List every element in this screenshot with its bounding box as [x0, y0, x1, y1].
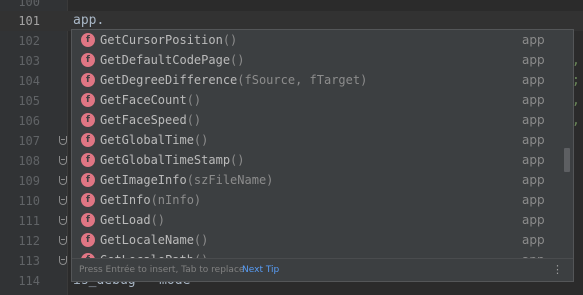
completion-item-label: GetDegreeDifference(fSource, fTarget) — [100, 70, 367, 90]
line-number: 107 — [18, 134, 40, 148]
completion-item-params: () — [222, 33, 238, 47]
completion-item-params: (fSource, fTarget) — [237, 73, 368, 87]
completion-item[interactable]: f GetGlobalTime() app — [72, 130, 562, 150]
fold-marker-icon[interactable] — [59, 176, 67, 185]
completion-item-label: GetDefaultCodePage() — [100, 50, 245, 70]
completion-item-params: () — [193, 133, 209, 147]
function-icon: f — [81, 133, 95, 147]
fold-marker-icon[interactable] — [59, 216, 67, 225]
completion-scrollbar-thumb[interactable] — [564, 148, 570, 172]
completion-popup: f GetCursorPosition() app f GetDefaultCodePa… — [71, 29, 574, 282]
completion-item-type: app — [522, 233, 545, 247]
line-code: app. — [73, 13, 105, 28]
function-icon: f — [81, 233, 95, 247]
completion-item-type: app — [522, 133, 545, 147]
completion-item-name: GetLocaleName — [100, 233, 194, 247]
completion-hint-bar: Press Entrée to insert, Tab to replace N… — [72, 258, 573, 281]
fold-marker-icon[interactable] — [59, 196, 67, 205]
completion-item-label: GetLocaleName() — [100, 230, 208, 250]
line-number: 105 — [18, 94, 40, 108]
editor-line[interactable]: 101 app. — [0, 11, 583, 31]
function-icon: f — [81, 33, 95, 47]
line-number: 101 — [18, 14, 40, 28]
completion-item-type: app — [522, 113, 545, 127]
line-number: 114 — [18, 274, 40, 288]
completion-item-type: app — [522, 193, 545, 207]
completion-item-label: GetFaceSpeed() — [100, 110, 201, 130]
line-number: 108 — [18, 154, 40, 168]
completion-item-label: GetInfo(nInfo) — [100, 190, 201, 210]
completion-item[interactable]: f GetFaceSpeed() app — [72, 110, 562, 130]
function-icon: f — [81, 173, 95, 187]
completion-item-name: GetDefaultCodePage — [100, 53, 231, 67]
fold-marker-icon[interactable] — [59, 156, 67, 165]
line-number: 104 — [18, 74, 40, 88]
completion-item-params: (szFileName) — [186, 173, 274, 187]
function-icon: f — [81, 153, 95, 167]
completion-item-name: GetInfo — [100, 193, 151, 207]
completion-item[interactable]: f GetLoad() app — [72, 210, 562, 230]
line-number: 112 — [18, 234, 40, 248]
completion-item-params: () — [150, 213, 166, 227]
completion-item-name: GetGlobalTime — [100, 133, 194, 147]
completion-item[interactable]: f GetInfo(nInfo) app — [72, 190, 562, 210]
completion-item-type: app — [522, 33, 545, 47]
completion-item-name: GetGlobalTimeStamp — [100, 153, 231, 167]
fold-marker-icon[interactable] — [59, 236, 67, 245]
more-options-icon[interactable]: ⋮ — [552, 259, 563, 281]
completion-item-params: () — [186, 113, 202, 127]
line-number: 113 — [18, 254, 40, 268]
line-number: 106 — [18, 114, 40, 128]
completion-item[interactable]: f GetFaceCount() app — [72, 90, 562, 110]
completion-item-type: app — [522, 153, 545, 167]
completion-item-type: app — [522, 173, 545, 187]
completion-item[interactable]: f GetDefaultCodePage() app — [72, 50, 562, 70]
fold-marker-icon[interactable] — [59, 256, 67, 265]
line-number: 102 — [18, 34, 40, 48]
function-icon: f — [81, 193, 95, 207]
line-number: 110 — [18, 194, 40, 208]
completion-item-label: GetLoad() — [100, 210, 165, 230]
completion-item-label: GetGlobalTimeStamp() — [100, 150, 245, 170]
completion-item-type: app — [522, 93, 545, 107]
function-icon: f — [81, 113, 95, 127]
completion-item[interactable]: f GetCursorPosition() app — [72, 30, 562, 50]
line-number: 103 — [18, 54, 40, 68]
completion-item-params: () — [230, 53, 245, 67]
completion-item-type: app — [522, 73, 545, 87]
completion-item-label: GetCursorPosition() — [100, 30, 237, 50]
completion-item-type: app — [522, 213, 545, 227]
function-icon: f — [81, 53, 95, 67]
completion-item-name: GetFaceSpeed — [100, 113, 187, 127]
completion-item-label: GetGlobalTime() — [100, 130, 208, 150]
completion-item[interactable]: f GetGlobalTimeStamp() app — [72, 150, 562, 170]
completion-item-params: () — [186, 93, 202, 107]
completion-item[interactable]: f GetDegreeDifference(fSource, fTarget) ap… — [72, 70, 562, 90]
completion-item-type: app — [522, 53, 545, 67]
completion-item-params: () — [230, 153, 245, 167]
hint-text: Press Entrée to insert, Tab to replace — [79, 265, 245, 275]
completion-scrollbar-track[interactable] — [563, 32, 571, 257]
completion-item-params: (nInfo) — [150, 193, 202, 207]
function-icon: f — [81, 213, 95, 227]
line-number: 109 — [18, 174, 40, 188]
completion-item-label: GetImageInfo(szFileName) — [100, 170, 273, 190]
completion-item-name: GetFaceCount — [100, 93, 187, 107]
next-tip-link[interactable]: Next Tip — [242, 259, 279, 281]
completion-item-name: GetCursorPosition — [100, 33, 223, 47]
function-icon: f — [81, 93, 95, 107]
completion-item-params: () — [193, 233, 209, 247]
fold-marker-icon[interactable] — [59, 136, 67, 145]
completion-item-name: GetImageInfo — [100, 173, 187, 187]
line-number: 111 — [18, 214, 40, 228]
completion-item-name: GetLoad — [100, 213, 151, 227]
completion-item-name: GetDegreeDifference — [100, 73, 238, 87]
completion-item[interactable]: f GetImageInfo(szFileName) app — [72, 170, 562, 190]
completion-item[interactable]: f GetLocaleName() app — [72, 230, 562, 250]
completion-item-label: GetFaceCount() — [100, 90, 201, 110]
function-icon: f — [81, 73, 95, 87]
